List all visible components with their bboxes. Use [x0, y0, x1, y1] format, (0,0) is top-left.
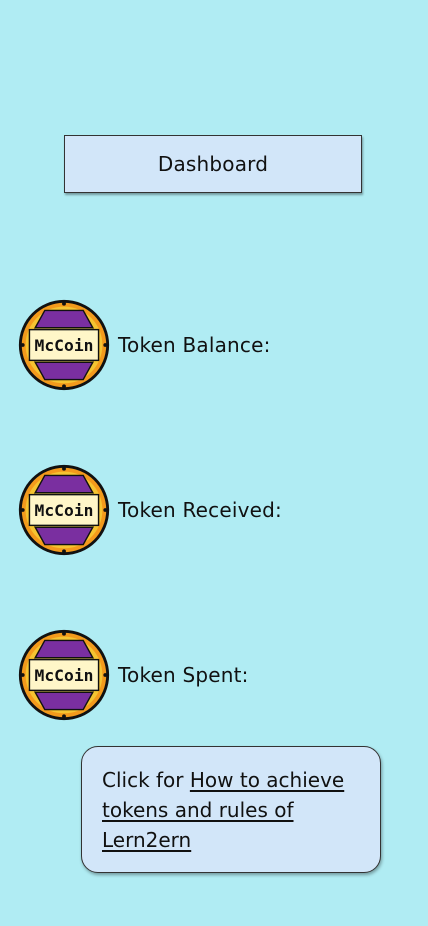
dashboard-button[interactable]: Dashboard — [64, 135, 362, 193]
coin-text: McCoin — [35, 501, 94, 520]
rules-card[interactable]: Click for How to achieve tokens and rule… — [81, 746, 381, 873]
token-received-row: McCoin Token Received: — [16, 462, 282, 558]
token-balance-row: McCoin Token Balance: — [16, 297, 271, 393]
coin-text: McCoin — [35, 336, 94, 355]
rules-card-prefix: Click for — [102, 768, 190, 792]
token-spent-label: Token Spent: — [118, 663, 249, 687]
mccoin-icon: McCoin — [18, 299, 110, 391]
token-received-label: Token Received: — [118, 498, 282, 522]
token-spent-row: McCoin Token Spent: — [16, 627, 249, 723]
mccoin-icon: McCoin — [18, 464, 110, 556]
dashboard-button-label: Dashboard — [157, 152, 269, 176]
mccoin-icon: McCoin — [18, 629, 110, 721]
token-balance-label: Token Balance: — [118, 333, 271, 357]
coin-text: McCoin — [35, 666, 94, 685]
